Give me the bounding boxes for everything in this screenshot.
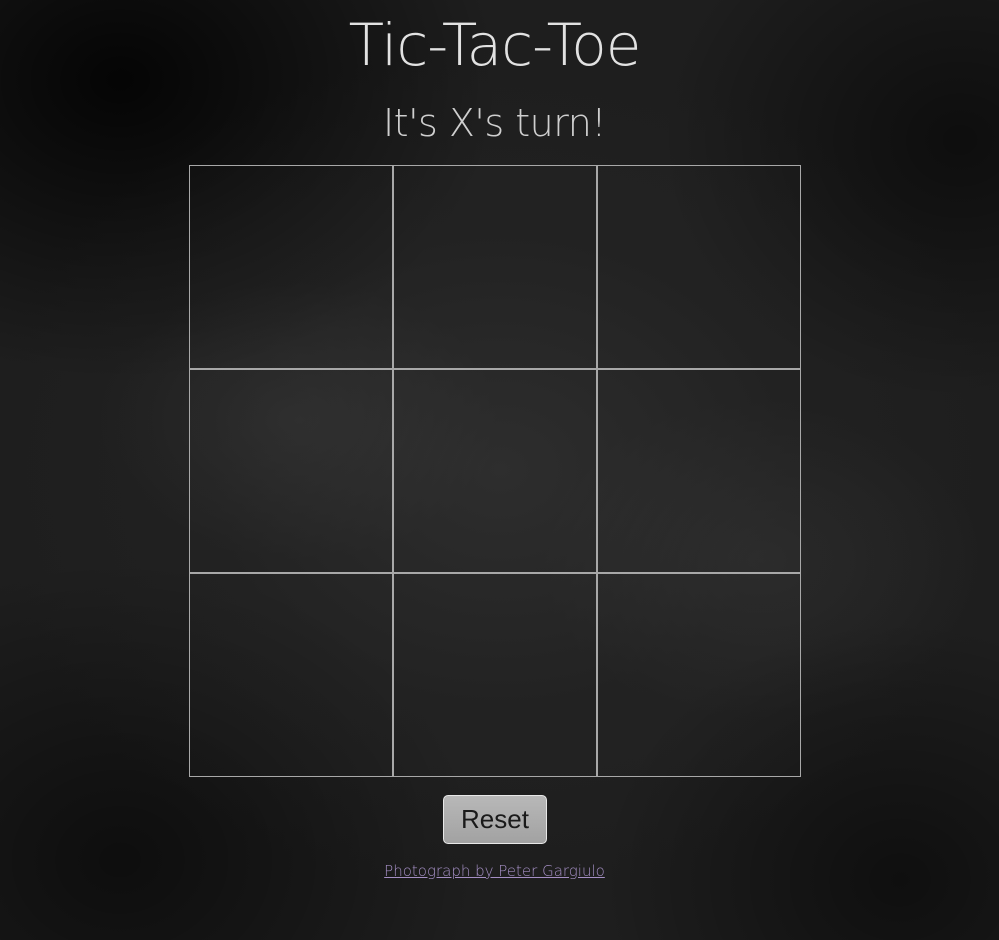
- board-cell-6[interactable]: [597, 369, 801, 573]
- board-cell-2[interactable]: [393, 165, 597, 369]
- page-title: Tic-Tac-Toe: [348, 11, 642, 79]
- board-cell-8[interactable]: [393, 573, 597, 777]
- board-cell-1[interactable]: [189, 165, 393, 369]
- board-cell-7[interactable]: [189, 573, 393, 777]
- reset-button[interactable]: Reset: [443, 795, 547, 844]
- board-cell-4[interactable]: [189, 369, 393, 573]
- turn-status: It's X's turn!: [382, 101, 607, 145]
- board-cell-5[interactable]: [393, 369, 597, 573]
- photo-credit-link[interactable]: Photograph by Peter Gargiulo: [0, 860, 989, 882]
- game-board: [189, 165, 801, 777]
- board-cell-3[interactable]: [597, 165, 801, 369]
- board-cell-9[interactable]: [597, 573, 801, 777]
